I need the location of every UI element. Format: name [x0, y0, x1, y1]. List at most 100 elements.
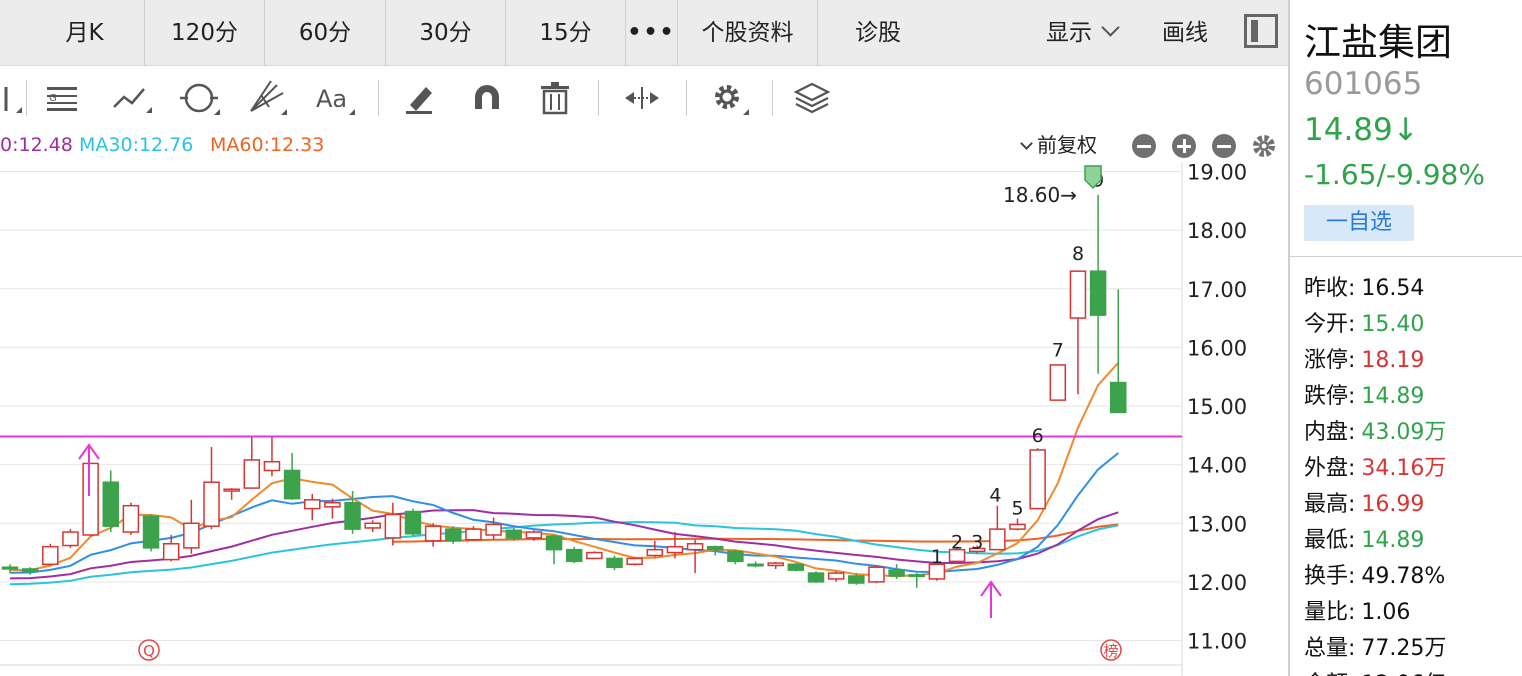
quote-value: 43.09万 — [1361, 420, 1447, 445]
price-tick-label: 17.00 — [1187, 278, 1247, 302]
candle-down — [545, 535, 563, 551]
quote-row: 换手: 49.78% — [1304, 558, 1445, 590]
candle-up — [485, 523, 502, 536]
price-tick-label: 13.00 — [1187, 512, 1247, 536]
trash-icon[interactable] — [532, 75, 578, 121]
quote-value: 16.54 — [1361, 276, 1425, 301]
quote-label: 外盘: — [1304, 456, 1356, 481]
candle-count-label: 7 — [1052, 339, 1064, 361]
adjust-mode-label: 前复权 — [1037, 133, 1097, 157]
candle-up — [243, 459, 261, 489]
magnet-icon[interactable] — [464, 75, 510, 121]
candle-down — [807, 572, 825, 583]
quote-label: 最高: — [1304, 492, 1356, 517]
candle-up — [183, 522, 200, 549]
quote-label: 总量: — [1304, 636, 1356, 661]
toolbar-separator — [598, 80, 599, 116]
candle-down — [848, 575, 865, 584]
candle-up — [1049, 364, 1067, 401]
toolbar-separator — [26, 80, 27, 116]
candle-down — [1110, 381, 1127, 414]
candle-up — [767, 562, 784, 567]
tab-diagnosis[interactable]: 诊股 — [818, 0, 938, 66]
gear-icon[interactable] — [705, 75, 751, 121]
zoom-out-button[interactable] — [1132, 134, 1156, 158]
layers-icon[interactable] — [789, 75, 835, 121]
tab-company-profile[interactable]: 个股资料 — [678, 0, 818, 66]
quote-row: 最高: 16.99 — [1304, 486, 1424, 518]
candle-up — [62, 531, 79, 547]
cycle-icon[interactable] — [176, 75, 222, 121]
eraser-icon[interactable] — [396, 75, 442, 121]
candle-up — [1069, 270, 1087, 319]
quote-row: 跌停: 14.89 — [1304, 378, 1424, 410]
chart-annotations: 12345678918.60→Q榜 — [78, 165, 1122, 661]
price-tick-label: 11.00 — [1187, 630, 1247, 654]
text-tool-icon[interactable]: Aa — [311, 75, 357, 121]
chevron-down-icon — [1020, 137, 1033, 150]
quote-label: 量比: — [1304, 600, 1356, 625]
tab-60min[interactable]: 60分 — [265, 0, 386, 66]
quote-value: 1.06 — [1361, 600, 1411, 625]
tab-15min[interactable]: 15分 — [506, 0, 626, 66]
candle-down — [908, 574, 925, 578]
q-marker-text: Q — [143, 642, 155, 660]
candle-down — [283, 469, 301, 500]
vertical-line-icon[interactable] — [0, 75, 24, 121]
candle-down — [505, 529, 522, 539]
candle-up — [82, 462, 99, 536]
quote-label: 换手: — [1304, 564, 1356, 589]
quote-row: 金额: 12.06亿 — [1304, 666, 1446, 676]
price-tick-label: 14.00 — [1187, 454, 1247, 478]
quote-panel: 江盐集团 601065 14.89↓ -1.65/-9.98% 一自选 昨收: 1… — [1290, 0, 1522, 676]
ma30-value: MA30:12.76 — [79, 134, 194, 156]
candle-up — [304, 499, 321, 510]
price-tick-label: 16.00 — [1187, 336, 1247, 360]
candle-count-label: 6 — [1032, 425, 1044, 447]
pitchfork-icon[interactable] — [243, 75, 289, 121]
candle-down — [445, 528, 462, 542]
tab-120min[interactable]: 120分 — [145, 0, 265, 66]
chart-settings-icon[interactable] — [1250, 132, 1278, 160]
candle-up — [827, 572, 845, 580]
panel-toggle-icon[interactable] — [1244, 14, 1278, 48]
quote-value: 15.40 — [1361, 312, 1425, 337]
watchlist-toggle-button[interactable]: 一自选 — [1304, 205, 1414, 241]
zoom-in-button[interactable] — [1172, 134, 1196, 158]
candle-up — [1009, 523, 1026, 530]
quote-label: 今开: — [1304, 312, 1356, 337]
candle-down — [606, 557, 623, 568]
quote-value: 14.89 — [1361, 384, 1425, 409]
quote-label: 最低: — [1304, 528, 1356, 553]
toolbar-separator — [772, 80, 773, 116]
tab-more[interactable]: ••• — [626, 0, 678, 66]
tab-draw-lines[interactable]: 画线 — [1162, 0, 1208, 66]
candle-up — [1029, 449, 1046, 510]
candle-up — [686, 543, 704, 551]
candle-up — [646, 548, 664, 557]
tab-30min[interactable]: 30分 — [386, 0, 506, 66]
candle-down — [102, 481, 119, 527]
candle-down — [404, 510, 422, 535]
stock-change: -1.65/-9.98% — [1304, 158, 1485, 191]
fibonacci-lines-icon[interactable]: G — [40, 75, 86, 121]
toolbar-separator — [686, 80, 687, 116]
ma60-value: MA60:12.33 — [210, 134, 325, 156]
price-tick-label: 18.00 — [1187, 219, 1247, 243]
zoom-span-icon[interactable] — [619, 75, 665, 121]
candle-up — [364, 522, 381, 529]
display-menu[interactable]: 显示 — [1046, 0, 1120, 66]
kline-chart[interactable]: 19.00 18.00 17.00 16.00 15.00 14.00 13.00 12.00… — [0, 162, 1288, 676]
high-price-annotation: 18.60→ — [1003, 183, 1077, 207]
trend-line-icon[interactable] — [108, 75, 154, 121]
price-tick-label: 15.00 — [1187, 395, 1247, 419]
candle-up — [626, 557, 643, 566]
toolbar-separator — [378, 80, 379, 116]
collapse-indicator-button[interactable] — [1212, 134, 1236, 158]
adjust-mode-dropdown[interactable]: 前复权 — [1018, 130, 1097, 162]
display-menu-label: 显示 — [1046, 20, 1092, 46]
chart-grid — [0, 171, 1182, 641]
candle-count-label: 8 — [1072, 243, 1084, 265]
tab-monthly-k[interactable]: 月K — [25, 0, 145, 66]
quote-label: 昨收: — [1304, 276, 1356, 301]
